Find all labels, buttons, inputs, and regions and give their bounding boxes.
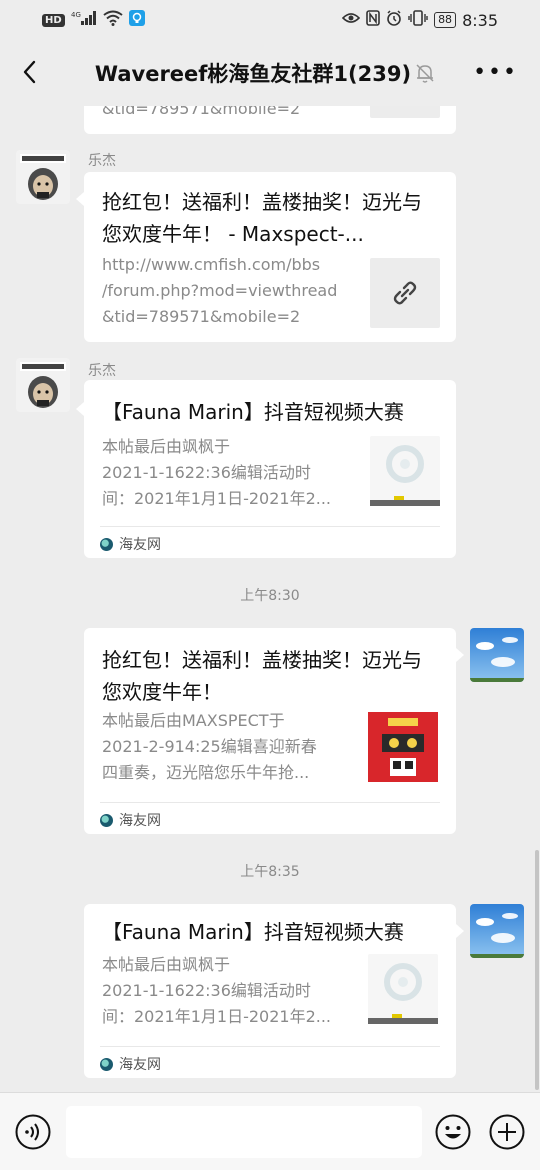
card-divider [100,526,440,527]
link-icon [370,258,440,328]
source-logo-icon [100,1057,113,1071]
alarm-icon [386,10,402,30]
bubble-tail [76,192,84,206]
card-link-tail: &tid=789571&mobile=2 [102,106,301,118]
card-desc-line: 四重奏，迈光陪您乐牛年抢... [102,763,310,782]
scrollbar[interactable] [535,850,539,1090]
input-bar [0,1092,540,1170]
self-avatar[interactable] [470,628,524,682]
card-source: 海友网 [100,810,161,830]
card-desc-line: http://www.cmfish.com/bbs [102,255,321,274]
bubble-tail [76,402,84,416]
card-title: 抢红包！送福利！盖楼抽奖！迈光与您欢度牛年！ - Maxspect-... [102,190,422,246]
card-desc-line: 2021-2-914:25编辑喜迎新春 [102,737,317,756]
source-name: 海友网 [119,537,161,553]
card-desc-line: &tid=789571&mobile=2 [102,307,301,326]
message-timestamp: 上午8:30 [240,588,300,604]
avatar[interactable] [16,358,70,412]
card-title: 【Fauna Marin】抖音短视频大赛 [102,920,404,944]
message-input[interactable] [66,1106,422,1158]
eye-icon [341,11,361,29]
status-time: 8:35 [462,10,498,30]
bell-muted-icon [414,62,436,84]
network-label: 4G [71,11,81,19]
bubble-tail [456,648,464,662]
voice-icon[interactable] [14,1113,52,1151]
more-dots-icon[interactable]: ••• [473,62,518,84]
card-desc-line: 本帖最后由MAXSPECT于 [102,711,285,730]
chat-title: Wavereef彬海鱼友社群1(239) [94,62,412,86]
card-divider [100,802,440,803]
link-thumbnail [370,106,440,118]
status-right: 88 8:35 [341,10,498,30]
status-bar: HD 4G 88 8:35 [0,0,540,40]
card-source: 海友网 [100,1054,161,1074]
red-envelope-thumbnail [368,712,438,782]
wifi-icon [103,10,123,30]
battery-icon: 88 [434,12,457,28]
chat-header: Wavereef彬海鱼友社群1(239) ••• [0,40,540,106]
card-desc-line: 间：2021年1月1日-2021年2... [102,489,332,508]
card-desc-line: /forum.php?mod=viewthread [102,281,338,300]
vibrate-icon [408,10,428,30]
card-desc-line: 本帖最后由飒枫于 [102,437,231,456]
source-name: 海友网 [119,1057,161,1073]
nfc-icon [366,10,380,30]
self-avatar[interactable] [470,904,524,958]
message-timestamp: 上午8:35 [240,864,300,880]
plus-icon[interactable] [488,1113,526,1151]
card-desc-line: 2021-1-1622:36编辑活动时 [102,463,311,482]
message-list[interactable]: &tid=789571&mobile=2 乐杰 抢红包！送福利！盖楼抽奖！迈光与… [0,106,540,1092]
sender-name: 乐杰 [88,363,116,379]
sender-name: 乐杰 [88,153,116,169]
article-thumbnail [370,436,440,506]
source-logo-icon [100,813,113,827]
card-title: 【Fauna Marin】抖音短视频大赛 [102,400,404,424]
article-message-card[interactable]: 【Fauna Marin】抖音短视频大赛 本帖最后由飒枫于 2021-1-162… [84,904,456,1078]
card-desc-line: 间：2021年1月1日-2021年2... [102,1007,332,1026]
link-message-card[interactable]: 抢红包！送福利！盖楼抽奖！迈光与您欢度牛年！ - Maxspect-... ht… [84,172,456,342]
card-desc-line: 2021-1-1622:36编辑活动时 [102,981,311,1000]
avatar[interactable] [16,150,70,204]
card-title: 抢红包！送福利！盖楼抽奖！迈光与您欢度牛年！ [102,648,422,704]
source-name: 海友网 [119,813,161,829]
signal-4g-icon: 4G [71,10,97,30]
bubble-tail [456,924,464,938]
hd-icon: HD [42,13,65,27]
app-notification-icon [128,10,145,30]
card-source: 海友网 [100,534,161,554]
source-logo-icon [100,537,113,551]
status-left: HD 4G [42,10,145,30]
article-thumbnail [368,954,438,1024]
article-message-card[interactable]: 抢红包！送福利！盖楼抽奖！迈光与您欢度牛年！ 本帖最后由MAXSPECT于 20… [84,628,456,834]
emoji-icon[interactable] [434,1113,472,1151]
message-card-partial[interactable]: &tid=789571&mobile=2 [84,106,456,134]
chevron-left-icon[interactable] [16,56,48,88]
card-divider [100,1046,440,1047]
card-desc-line: 本帖最后由飒枫于 [102,955,231,974]
article-message-card[interactable]: 【Fauna Marin】抖音短视频大赛 本帖最后由飒枫于 2021-1-162… [84,380,456,558]
